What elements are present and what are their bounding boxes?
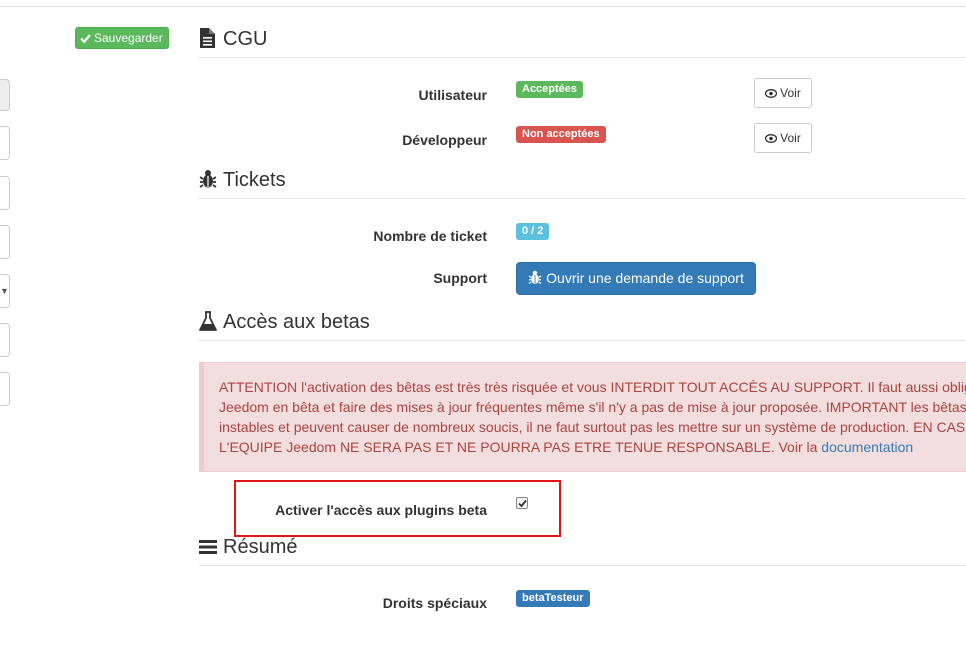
warning-line: instables et peuvent causer de nombreux … [219,419,966,435]
bug-icon [199,169,217,189]
eye-icon [765,134,778,143]
section-betas-label: Accès aux betas [223,311,370,333]
check-icon [80,34,91,44]
check-icon [518,499,527,508]
view-label: Voir [780,131,801,145]
warning-line: ATTENTION l'activation des bêtas est trè… [219,379,966,395]
cgu-dev-label: Développeur [402,132,487,148]
ticket-count-label: Nombre de ticket [373,228,487,244]
special-rights-label: Droits spéciaux [382,595,487,611]
save-button[interactable]: Sauvegarder [75,27,169,49]
list-icon [199,536,217,556]
beta-warning-alert: ATTENTION l'activation des bêtas est trè… [199,362,966,472]
ticket-count-badge: 0 / 2 [516,223,550,240]
flask-icon [199,311,217,331]
plugin-beta-checkbox[interactable] [516,497,528,509]
documentation-link[interactable]: documentation [821,439,913,455]
file-text-icon [199,28,217,48]
left-input-2[interactable] [0,126,10,160]
plugin-beta-label: Activer l'accès aux plugins beta [275,502,487,518]
section-tickets-label: Tickets [223,169,286,191]
warning-line-last: L'EQUIPE Jeedom NE SERA PAS ET NE POURRA… [219,437,966,457]
section-cgu-label: CGU [223,28,268,50]
section-tickets-title: Tickets [199,169,966,199]
top-divider [0,6,966,7]
status-badge-not-accepted: Non acceptées [516,126,606,143]
view-dev-cgu-button[interactable]: Voir [754,123,812,153]
chevron-down-icon: ▼ [0,286,9,296]
warning-line: Jeedom en bêta et faire des mises à jour… [219,399,966,415]
left-input-1[interactable] [0,79,10,111]
section-resume-title: Résumé [199,536,966,566]
view-label: Voir [780,86,801,100]
left-input-5[interactable] [0,323,10,357]
section-betas-title: Accès aux betas [199,311,966,341]
open-support-request-button[interactable]: Ouvrir une demande de support [516,262,756,295]
special-rights-badge: betaTesteur [516,590,590,607]
eye-icon [765,89,778,98]
save-button-label: Sauvegarder [94,31,163,45]
support-button-label: Ouvrir une demande de support [546,270,744,286]
view-user-cgu-button[interactable]: Voir [754,78,812,108]
support-label: Support [433,270,487,286]
cgu-user-label: Utilisateur [418,87,487,103]
left-input-4[interactable] [0,225,10,259]
warning-line: L'EQUIPE Jeedom NE SERA PAS ET NE POURRA… [219,439,822,455]
bug-icon [528,270,542,285]
status-badge-accepted: Acceptées [516,81,584,98]
section-resume-label: Résumé [223,536,298,558]
left-input-6[interactable] [0,372,10,406]
left-input-3[interactable] [0,176,10,210]
section-cgu-title: CGU [199,28,966,58]
